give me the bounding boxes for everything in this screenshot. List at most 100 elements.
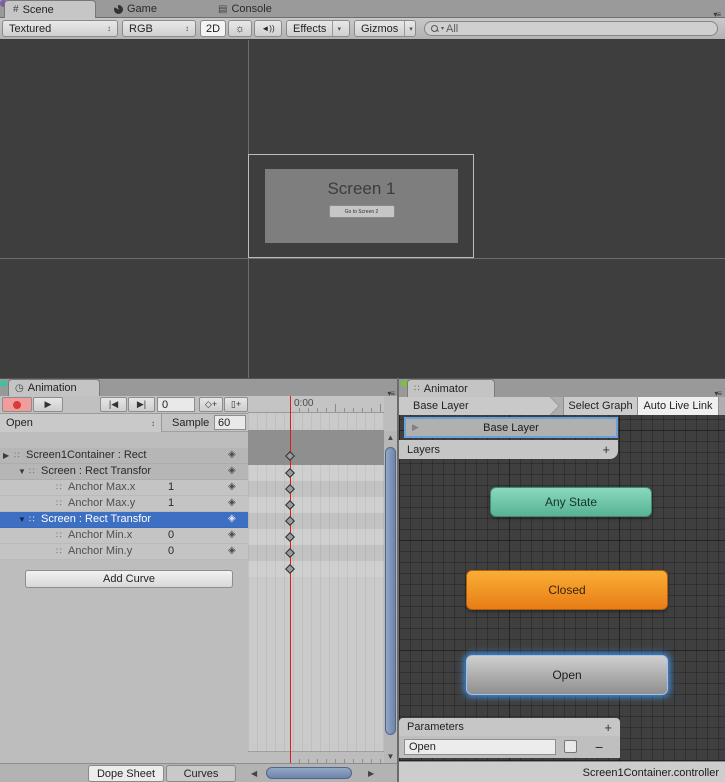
sun-icon: ☼ (235, 23, 245, 35)
property-value[interactable]: 1 (168, 481, 190, 493)
last-key-button[interactable]: ▶| (128, 397, 155, 412)
scene-search-input[interactable]: ▾ All (424, 21, 718, 36)
property-row-selected[interactable]: ▼ ∷ Screen : Rect Transfor ◈ (0, 512, 248, 528)
keyframe-diamond-icon[interactable]: ◈ (228, 465, 236, 476)
timeline-ruler[interactable]: 0:00 (248, 396, 384, 413)
rect-transform-icon: ∷ (56, 546, 62, 557)
keyframe-diamond-icon[interactable]: ◈ (228, 545, 236, 556)
updown-icon: ↕ (151, 419, 155, 428)
parameter-name-field[interactable]: Open (404, 739, 556, 755)
ui-canvas-outline[interactable]: Screen 1 Go to Screen 2 (248, 154, 474, 258)
state-node-any-state[interactable]: Any State (490, 487, 652, 517)
toggle-2d-button[interactable]: 2D (200, 20, 226, 37)
tab-console[interactable]: ▤ Console (212, 0, 278, 18)
select-graph-label: Select Graph (568, 400, 632, 412)
tab-dope-sheet[interactable]: Dope Sheet (88, 765, 164, 782)
property-row[interactable]: ▶ ∷ Screen1Container : Rect ◈ (0, 448, 248, 464)
tab-scene[interactable]: # Scene (4, 0, 96, 18)
timeline-vertical-scrollbar[interactable]: ▲ ▼ (384, 431, 397, 763)
auto-live-link-button[interactable]: Auto Live Link (637, 397, 719, 415)
horizontal-scroll-thumb[interactable] (266, 767, 352, 779)
tab-console-label: Console (231, 3, 271, 15)
state-node-open-selected[interactable]: Open (466, 655, 668, 695)
controller-path-label: Screen1Container.controller (583, 767, 719, 779)
property-value[interactable]: 0 (168, 545, 190, 557)
animation-panel-menu-icon[interactable]: ▾≡ (387, 389, 394, 398)
property-value[interactable]: 0 (168, 529, 190, 541)
layer-item-base-layer[interactable]: ▶ Base Layer (404, 417, 618, 438)
breadcrumb[interactable]: Base Layer (399, 397, 549, 415)
property-row[interactable]: ∷ Anchor Min.x 0 ◈ (0, 528, 248, 544)
property-row[interactable]: ∷ Anchor Min.y 0 ◈ (0, 544, 248, 560)
keyframe-diamond-icon[interactable]: ◈ (228, 481, 236, 492)
lighting-toggle-button[interactable]: ☼ (228, 20, 252, 37)
parameters-label: Parameters (407, 721, 464, 733)
keyframe-diamond-icon[interactable]: ◈ (228, 449, 236, 460)
scene-viewport[interactable]: Screen 1 Go to Screen 2 (0, 40, 725, 378)
state-node-closed[interactable]: Closed (466, 570, 668, 610)
draw-mode-dropdown[interactable]: Textured ↕ (2, 20, 118, 37)
speaker-icon: ◄)) (261, 24, 274, 33)
property-label: Anchor Min.x (68, 529, 132, 541)
effects-dropdown[interactable]: Effects ▾ (286, 20, 350, 37)
rect-transform-icon: ∷ (29, 514, 35, 525)
keyframe-diamond-icon[interactable]: ◈ (228, 497, 236, 508)
rect-transform-icon: ∷ (29, 466, 35, 477)
dopesheet-timeline[interactable]: 0:00 (248, 396, 384, 763)
property-row[interactable]: ∷ Anchor Max.x 1 ◈ (0, 480, 248, 496)
fold-open-icon[interactable]: ▼ (18, 515, 26, 524)
frame-number-field[interactable]: 0 (157, 397, 195, 412)
add-event-button[interactable]: ▯+ (224, 397, 248, 412)
chevron-down-icon: ▾ (332, 21, 341, 36)
fold-closed-icon[interactable]: ▶ (3, 451, 9, 460)
select-graph-button[interactable]: Select Graph (563, 397, 637, 415)
keyframe-diamond-icon[interactable]: ◈ (228, 513, 236, 524)
parameters-header: Parameters + (399, 718, 620, 736)
tab-curves[interactable]: Curves (166, 765, 236, 782)
add-keyframe-button[interactable]: ◇+ (199, 397, 223, 412)
property-row[interactable]: ∷ Anchor Max.y 1 ◈ (0, 496, 248, 512)
gizmos-label: Gizmos (361, 23, 398, 35)
rect-transform-icon: ∷ (56, 498, 62, 509)
parameter-row: Open − (399, 736, 620, 758)
property-label: Screen : Rect Transfor (41, 465, 151, 477)
timeline-bottom-ruler (248, 751, 384, 763)
fold-open-icon[interactable]: ▼ (18, 467, 26, 476)
scroll-left-icon[interactable]: ◀ (251, 769, 257, 778)
effects-label: Effects (293, 23, 326, 35)
audio-toggle-button[interactable]: ◄)) (254, 20, 282, 37)
gizmos-dropdown[interactable]: Gizmos ▾ (354, 20, 416, 37)
tab-game[interactable]: Game (108, 0, 163, 18)
breadcrumb-label: Base Layer (413, 400, 469, 412)
render-mode-dropdown[interactable]: RGB ↕ (122, 20, 196, 37)
property-value[interactable]: 1 (168, 497, 190, 509)
goto-screen2-button[interactable]: Go to Screen 2 (329, 205, 395, 218)
timeline-row (248, 481, 384, 497)
panel-indicator-dot (0, 380, 7, 387)
tab-animator[interactable]: ∷ Animator (407, 379, 495, 397)
add-curve-button[interactable]: Add Curve (25, 570, 233, 588)
auto-live-link-label: Auto Live Link (643, 400, 712, 412)
first-key-button[interactable]: |◀ (100, 397, 127, 412)
add-event-icon: ▯+ (231, 399, 241, 410)
add-layer-button[interactable]: + (602, 442, 610, 457)
play-button[interactable]: ▶ (33, 397, 63, 412)
vertical-scroll-thumb[interactable] (385, 447, 396, 735)
parameter-bool-checkbox[interactable] (564, 740, 577, 753)
sample-rate-field[interactable]: 60 (214, 415, 246, 430)
clip-dropdown[interactable]: Open ↕ (0, 414, 162, 432)
tab-animation[interactable]: ◷ Animation (8, 379, 100, 396)
property-label: Anchor Max.y (68, 497, 135, 509)
property-row[interactable]: ▼ ∷ Screen : Rect Transfor ◈ (0, 464, 248, 480)
scroll-down-icon[interactable]: ▼ (384, 752, 397, 761)
keyframe-diamond-icon[interactable]: ◈ (228, 529, 236, 540)
remove-parameter-button[interactable]: − (595, 736, 603, 758)
timeline-row (248, 561, 384, 577)
scroll-up-icon[interactable]: ▲ (384, 433, 397, 442)
animator-panel: ∷ Animator ▾≡ Base Layer Select Graph Au… (399, 378, 725, 782)
layer-play-icon: ▶ (412, 422, 419, 433)
scroll-right-icon[interactable]: ▶ (368, 769, 374, 778)
add-parameter-button[interactable]: + (604, 720, 612, 735)
screen1-panel[interactable]: Screen 1 Go to Screen 2 (265, 169, 458, 243)
record-button[interactable] (2, 397, 32, 412)
